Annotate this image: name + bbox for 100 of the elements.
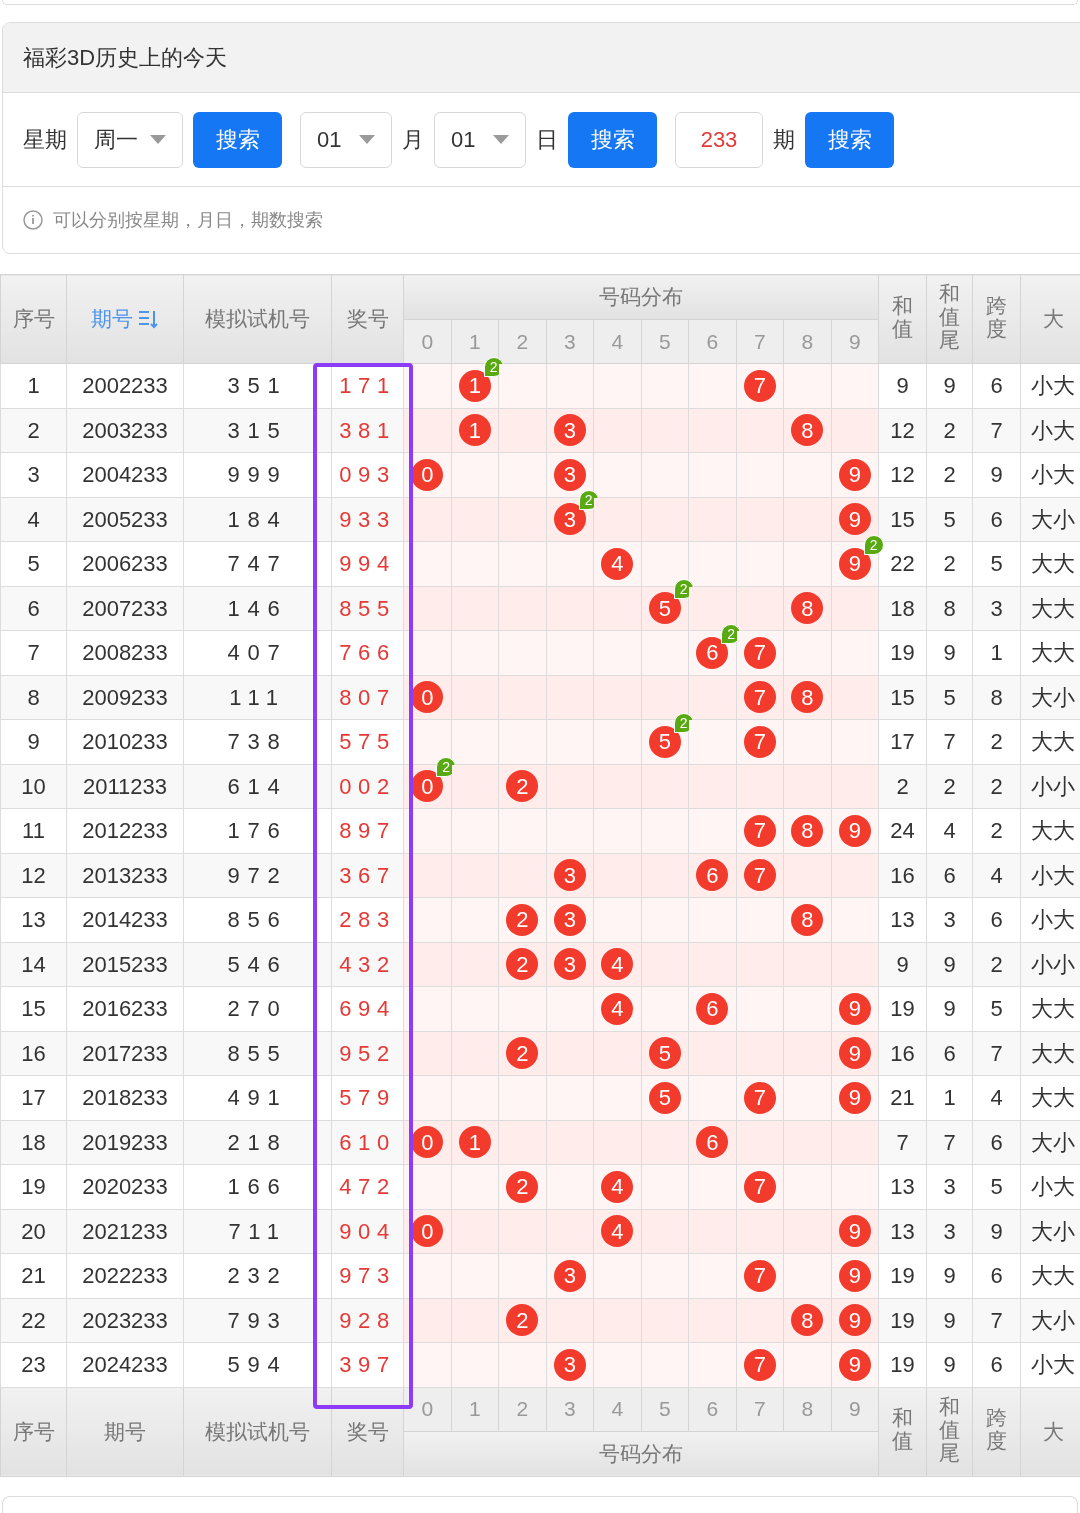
table-cell: 218: [183, 1120, 332, 1165]
table-cell: 855: [183, 1031, 332, 1076]
column-header[interactable]: 序号: [0, 274, 67, 364]
table-cell: 9: [926, 942, 973, 987]
table-cell: 3: [926, 897, 973, 942]
table-cell: 6: [972, 363, 1021, 408]
field-label: 月: [402, 126, 424, 154]
table-cell: 12: [0, 853, 67, 898]
table-cell: 8: [926, 586, 973, 631]
prize-number: 093: [331, 452, 404, 497]
column-header[interactable]: 模拟试机号: [183, 274, 332, 364]
period-input[interactable]: 233: [675, 111, 763, 168]
table-cell: 9: [926, 630, 973, 675]
table-cell: 594: [183, 1342, 332, 1387]
table-cell: 24: [878, 808, 927, 853]
table-cell: 20: [0, 1209, 67, 1254]
table-cell: 13: [0, 897, 67, 942]
table-cell: 19: [878, 1342, 927, 1387]
table-cell: 19: [878, 986, 927, 1031]
prize-number: 994: [331, 541, 404, 586]
table-cell: 351: [183, 363, 332, 408]
digit-header: 9: [831, 319, 879, 364]
column-header: 跨度: [972, 1387, 1021, 1476]
table-cell: 2021233: [66, 1209, 184, 1254]
table-cell: 2014233: [66, 897, 184, 942]
table-cell: 6: [0, 586, 67, 631]
table-cell: 7: [972, 1298, 1021, 1343]
digit-header: 2: [498, 319, 546, 364]
table-cell: 2004233: [66, 452, 184, 497]
table-cell: 11: [0, 808, 67, 853]
table-cell: 738: [183, 719, 332, 764]
table-cell: 4: [0, 497, 67, 542]
prize-number: 928: [331, 1298, 404, 1343]
table-cell: 2003233: [66, 408, 184, 453]
field-label: 日: [536, 126, 558, 154]
column-header[interactable]: 奖号: [331, 1387, 404, 1476]
table-cell: 小小: [1020, 942, 1080, 987]
table-cell: 大小: [1020, 1120, 1080, 1165]
dropdown[interactable]: 01: [300, 111, 392, 168]
sorted-column-header[interactable]: 期号: [66, 274, 184, 364]
table-cell: 4: [926, 808, 973, 853]
table-cell: 711: [183, 1209, 332, 1254]
table-cell: 6: [972, 497, 1021, 542]
prize-number: 933: [331, 497, 404, 542]
table-cell: 5: [926, 675, 973, 720]
dropdown[interactable]: 01: [434, 111, 526, 168]
table-cell: 大大: [1020, 1075, 1080, 1120]
table-cell: 232: [183, 1253, 332, 1298]
digit-header: 2: [498, 1387, 546, 1431]
table-cell: 2011233: [66, 764, 184, 809]
table-cell: 4: [972, 1075, 1021, 1120]
prize-number: 002: [331, 764, 404, 809]
prize-number: 397: [331, 1342, 404, 1387]
table-cell: 小小: [1020, 764, 1080, 809]
info-icon: [23, 210, 43, 230]
search-button[interactable]: 搜索: [193, 111, 282, 168]
table-cell: 5: [972, 1164, 1021, 1209]
table-cell: 9: [926, 1253, 973, 1298]
table-cell: 546: [183, 942, 332, 987]
digit-header: 8: [783, 1387, 831, 1431]
table-cell: 2018233: [66, 1075, 184, 1120]
table-cell: 17: [0, 1075, 67, 1120]
table-cell: 2: [972, 719, 1021, 764]
table-cell: 2009233: [66, 675, 184, 720]
table-cell: 大小: [1020, 1209, 1080, 1254]
table-cell: 6: [972, 897, 1021, 942]
table-cell: 972: [183, 853, 332, 898]
table-cell: 5: [926, 497, 973, 542]
table-cell: 3: [926, 1209, 973, 1254]
table-cell: 2020233: [66, 1164, 184, 1209]
column-header[interactable]: 模拟试机号: [183, 1387, 332, 1476]
column-header[interactable]: 奖号: [331, 274, 404, 364]
table-cell: 3: [972, 586, 1021, 631]
table-cell: 407: [183, 630, 332, 675]
table-cell: 2: [0, 408, 67, 453]
search-button[interactable]: 搜索: [568, 111, 657, 168]
column-header[interactable]: 序号: [0, 1387, 67, 1476]
dropdown[interactable]: 周一: [77, 111, 183, 168]
prize-number: 855: [331, 586, 404, 631]
table-cell: 6: [972, 1253, 1021, 1298]
table-cell: 7: [972, 1031, 1021, 1076]
digit-header: 7: [736, 1387, 784, 1431]
digit-header: 4: [593, 1387, 641, 1431]
table-cell: 21: [878, 1075, 927, 1120]
column-header: 和值: [878, 1387, 927, 1476]
search-button[interactable]: 搜索: [805, 111, 894, 168]
table-cell: 大小: [1020, 1298, 1080, 1343]
digit-header: 5: [641, 1387, 689, 1431]
table-cell: 6: [972, 1120, 1021, 1165]
column-header: 和值尾: [926, 1387, 973, 1476]
hint-text: 可以分别按星期，月日，期数搜索: [53, 208, 323, 232]
table-cell: 315: [183, 408, 332, 453]
table-cell: 9: [926, 363, 973, 408]
table-cell: 2007233: [66, 586, 184, 631]
table-cell: 9: [926, 986, 973, 1031]
column-header[interactable]: 期号: [66, 1387, 184, 1476]
table-cell: 13: [878, 897, 927, 942]
prize-number: 952: [331, 1031, 404, 1076]
table-cell: 大大: [1020, 719, 1080, 764]
table-cell: 7: [926, 719, 973, 764]
